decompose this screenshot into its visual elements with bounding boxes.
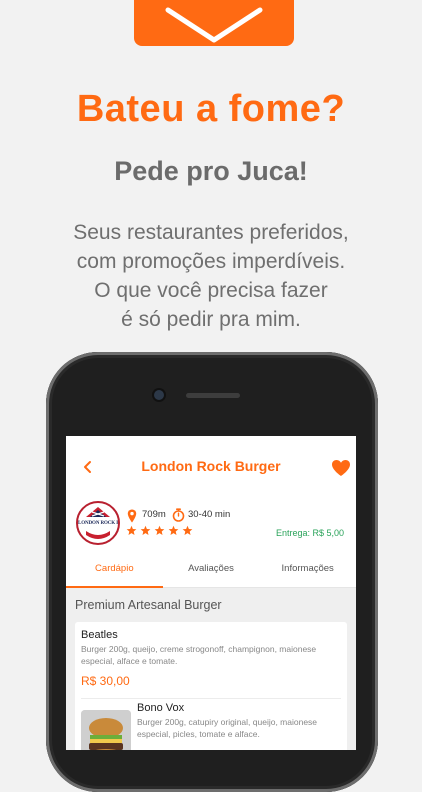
tab-cardapio[interactable]: Cardápio [66, 557, 163, 588]
tab-informacoes[interactable]: Informações [259, 557, 356, 587]
promo-description: Seus restaurantes preferidos, com promoç… [0, 218, 422, 334]
burger-photo [81, 710, 131, 750]
subheadline: Pede pro Juca! [114, 156, 308, 186]
heart-icon[interactable] [331, 459, 351, 477]
divider [81, 698, 341, 699]
eta-label: 30-40 min [188, 509, 231, 520]
delivery-fee: Entrega: R$ 5,00 [275, 528, 344, 538]
description-line: Seus restaurantes preferidos, [73, 221, 349, 244]
star-icon [140, 525, 151, 535]
star-icon [182, 525, 193, 535]
star-icon [168, 525, 179, 535]
menu-list: Premium Artesanal Burger Beatles Burger … [66, 588, 356, 750]
description-line: é só pedir pra mim. [121, 308, 301, 331]
tab-avaliacoes[interactable]: Avaliações [163, 557, 260, 587]
speaker-grille [186, 393, 240, 398]
app-screen: London Rock Burger LONDON ROCK BURGER 70… [66, 436, 356, 750]
menu-item-name: Bono Vox [137, 702, 185, 714]
restaurant-title: London Rock Burger [141, 458, 281, 474]
restaurant-logo: LONDON ROCK BURGER [76, 501, 120, 545]
description-line: com promoções imperdíveis. [76, 250, 346, 273]
menu-card: Beatles Burger 200g, queijo, creme strog… [75, 622, 347, 750]
distance-label: 709m [142, 509, 166, 520]
headline: Bateu a fome? [76, 88, 346, 130]
menu-item-price: R$ 30,00 [81, 674, 130, 688]
menu-item-description: Burger 200g, catupiry original, queijo, … [137, 717, 318, 739]
camera-icon [154, 390, 164, 400]
description-line: O que você precisa fazer [94, 279, 328, 302]
star-icon [126, 525, 137, 535]
logo-wordmark: LONDON ROCK BURGER [78, 521, 120, 526]
app-header: London Rock Burger [66, 436, 356, 498]
menu-item-name: Beatles [81, 629, 118, 641]
chevron-left-icon[interactable] [80, 457, 94, 477]
restaurant-tabs: Cardápio Avaliações Informações [66, 557, 356, 588]
rating-stars [126, 525, 193, 539]
menu-item-description: Burger 200g, queijo, creme strogonoff, c… [81, 644, 317, 666]
location-pin-icon [127, 509, 137, 523]
star-icon [154, 525, 165, 535]
stopwatch-icon [172, 508, 185, 522]
brand-ribbon [134, 0, 294, 46]
menu-section-title: Premium Artesanal Burger [75, 598, 222, 612]
